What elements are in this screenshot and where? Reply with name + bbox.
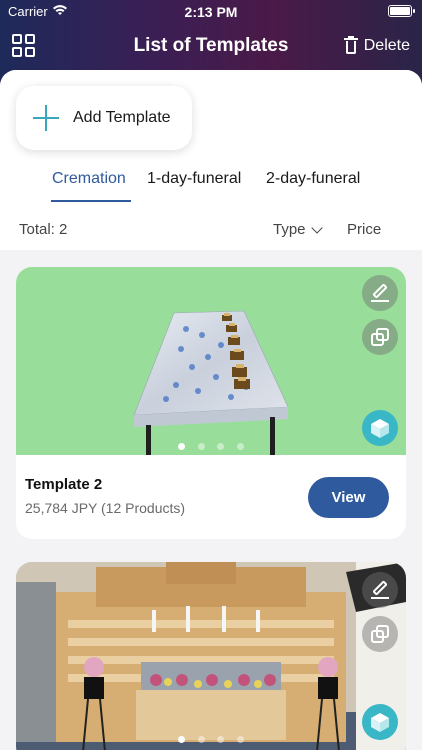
active-tab-indicator <box>51 200 131 202</box>
content-sheet: Add Template Cremation 1-day-funeral 2-d… <box>0 70 422 750</box>
tab-cremation[interactable]: Cremation <box>52 170 126 188</box>
copy-icon <box>371 328 389 346</box>
chevron-down-icon <box>310 221 323 234</box>
type-filter-label: Type <box>273 221 306 238</box>
template-card: Template 2 25,784 JPY (12 Products) View <box>16 267 406 539</box>
price-sort-button[interactable]: Price <box>347 221 381 238</box>
carousel-dots <box>16 730 406 748</box>
table-illustration <box>133 310 289 455</box>
type-filter-button[interactable]: Type <box>273 221 323 238</box>
template-preview-image[interactable] <box>16 267 406 455</box>
navigation-bar: List of Templates Delete <box>0 28 422 64</box>
pencil-icon <box>371 283 389 302</box>
tab-1-day-funeral[interactable]: 1-day-funeral <box>147 170 241 188</box>
status-time: 2:13 PM <box>184 4 238 20</box>
carousel-dot[interactable] <box>236 736 244 743</box>
altar-illustration <box>16 562 406 750</box>
pencil-icon <box>371 580 389 599</box>
duplicate-button[interactable] <box>362 616 398 652</box>
carousel-dots <box>16 437 406 455</box>
edit-button[interactable] <box>362 572 398 608</box>
list-header: Total: 2 Type Price <box>0 215 422 243</box>
tab-2-day-funeral[interactable]: 2-day-funeral <box>266 170 360 188</box>
carousel-dot[interactable] <box>217 736 225 743</box>
delete-label: Delete <box>363 37 410 54</box>
carousel-dot[interactable] <box>178 443 186 450</box>
total-count: Total: 2 <box>19 221 68 238</box>
add-template-button[interactable]: Add Template <box>16 86 192 150</box>
carousel-dot[interactable] <box>197 736 205 743</box>
edit-button[interactable] <box>362 275 398 311</box>
view-button[interactable]: View <box>308 477 389 518</box>
cube-icon <box>371 419 389 438</box>
trash-icon <box>343 36 358 55</box>
add-template-label: Add Template <box>73 109 171 126</box>
carousel-dot[interactable] <box>236 443 244 450</box>
battery-icon <box>388 5 415 17</box>
template-preview-image[interactable] <box>16 562 406 750</box>
carousel-dot[interactable] <box>217 443 225 450</box>
template-title: Template 2 <box>25 476 103 493</box>
delete-button[interactable]: Delete <box>343 36 410 55</box>
carousel-dot[interactable] <box>178 736 186 743</box>
copy-icon <box>371 625 389 643</box>
category-tabs: Cremation 1-day-funeral 2-day-funeral <box>0 170 422 204</box>
plus-icon <box>33 105 59 131</box>
template-card <box>16 562 406 750</box>
status-bar: Carrier 2:13 PM <box>0 0 422 24</box>
duplicate-button[interactable] <box>362 319 398 355</box>
template-price: 25,784 JPY (12 Products) <box>25 500 186 516</box>
carousel-dot[interactable] <box>197 443 205 450</box>
